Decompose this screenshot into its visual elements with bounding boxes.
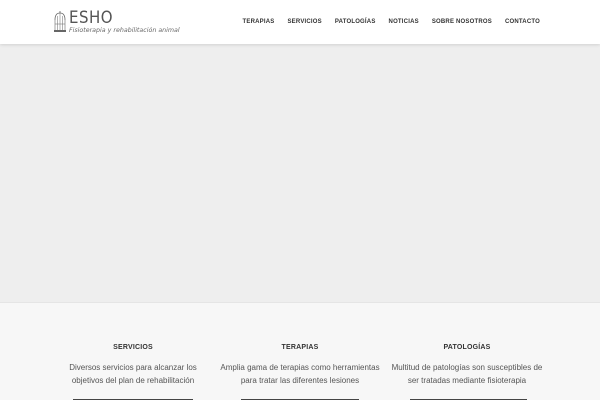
feature-title: TERAPIAS [281,344,319,351]
feature-description: Diversos servicios para alcanzar los obj… [48,361,218,387]
hero-banner [0,44,600,302]
nav-item-sobre-nosotros[interactable]: SOBRE NOSOTROS [432,19,492,25]
feature-title: SERVICIOS [113,344,153,351]
feature-description-line: objetivos del plan de rehabilitación [71,376,195,385]
feature-description-line: Amplia gama de terapias como herramienta… [220,363,380,372]
features-section: SERVICIOS Diversos servicios para alcanz… [0,302,600,400]
nav-item-noticias[interactable]: NOTICIAS [389,19,419,25]
site-header: ESHO Fisioterapia y rehabilitación anima… [0,0,600,44]
feature-description-line: para tratar las diferentes lesiones [240,376,360,385]
nav-item-servicios[interactable]: SERVICIOS [287,19,321,25]
feature-description-line: ser tratadas mediante fisioterapia [407,376,527,385]
logo-title: ESHO [69,6,114,28]
feature-title: PATOLOGÍAS [443,344,491,351]
feature-description: Multitud de patologías son susceptibles … [382,361,552,387]
nav-item-terapias[interactable]: TERAPIAS [243,19,275,25]
main-nav: TERAPIAS SERVICIOS PATOLOGÍAS NOTICIAS S… [230,0,540,44]
nav-item-contacto[interactable]: CONTACTO [505,19,540,25]
birdcage-icon [54,11,66,32]
feature-description: Amplia gama de terapias como herramienta… [215,361,385,387]
logo-subtitle: Fisioterapia y rehabilitación animal [69,27,180,34]
nav-item-patologias[interactable]: PATOLOGÍAS [335,19,376,25]
site-logo[interactable]: ESHO Fisioterapia y rehabilitación anima… [53,6,180,36]
feature-description-line: Diversos servicios para alcanzar los [69,363,197,372]
feature-description-line: Multitud de patologías son susceptibles … [391,363,543,372]
